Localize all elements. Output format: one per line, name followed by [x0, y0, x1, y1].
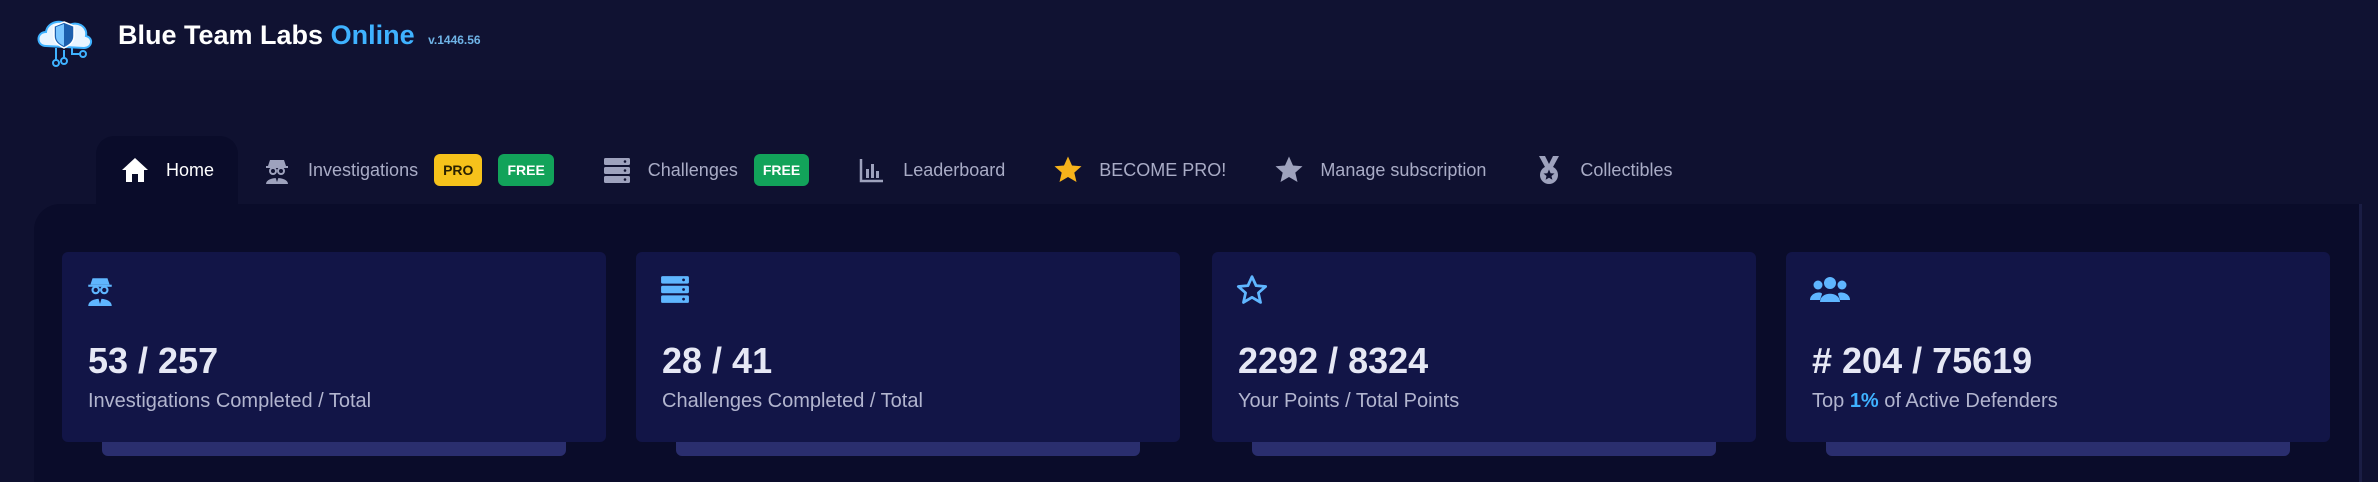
star-icon	[1053, 155, 1083, 185]
nav-challenges-label: Challenges	[647, 159, 738, 180]
investigations-label: Investigations Completed / Total	[88, 390, 372, 412]
challenges-label: Challenges Completed / Total	[662, 390, 923, 412]
challenges-count: 28 / 41	[662, 340, 773, 381]
card-footer	[102, 442, 566, 456]
free-badge: FREE	[498, 154, 554, 186]
spy-icon	[262, 155, 292, 185]
rank-label: Top 1% of Active Defenders	[1812, 390, 2058, 413]
brand-name: Blue Team Labs	[118, 20, 324, 50]
rank-label-prefix: Top	[1812, 390, 1845, 412]
points-count: 2292 / 8324	[1238, 340, 1429, 381]
spy-icon	[86, 274, 118, 306]
points-stat-card[interactable]: 2292 / 8324 Your Points / Total Points	[1212, 252, 1756, 442]
nav-collectibles-label: Collectibles	[1580, 159, 1673, 180]
nav-manage-subscription[interactable]: Manage subscription	[1250, 136, 1510, 204]
scrollbar-track[interactable]	[2359, 204, 2362, 482]
nav-become-pro-label: BECOME PRO!	[1099, 159, 1227, 180]
challenges-stat-card[interactable]: 28 / 41 Challenges Completed / Total	[636, 252, 1180, 442]
pro-badge: PRO	[434, 154, 483, 186]
nav-become-pro[interactable]: BECOME PRO!	[1029, 136, 1250, 204]
nav-collectibles[interactable]: Collectibles	[1510, 136, 1696, 204]
card-footer	[676, 442, 1140, 456]
nav-investigations-label: Investigations	[308, 159, 419, 180]
chart-bar-icon	[857, 155, 887, 185]
nav-home-label: Home	[166, 159, 215, 180]
server-icon	[602, 155, 632, 185]
card-footer	[1252, 442, 1716, 456]
star-outline-icon	[1236, 274, 1268, 306]
nav-manage-subscription-label: Manage subscription	[1320, 159, 1487, 180]
points-label: Your Points / Total Points	[1238, 390, 1460, 412]
dashboard-panel: 53 / 257 Investigations Completed / Tota…	[34, 204, 2362, 482]
brand-title[interactable]: Blue Team Labs Online v.1446.56	[118, 20, 481, 51]
nav-leaderboard[interactable]: Leaderboard	[833, 136, 1029, 204]
nav-challenges[interactable]: Challenges FREE	[578, 136, 833, 204]
nav-leaderboard-label: Leaderboard	[903, 159, 1006, 180]
top-bar: Blue Team Labs Online v.1446.56	[0, 0, 2378, 80]
investigations-count: 53 / 257	[88, 340, 219, 381]
card-footer	[1826, 442, 2290, 456]
rank-percentile: 1%	[1849, 390, 1879, 412]
brand-accent: Online	[330, 20, 415, 50]
home-icon	[120, 155, 150, 185]
version-label: v.1446.56	[428, 33, 481, 47]
nav-investigations[interactable]: Investigations PRO FREE	[238, 136, 578, 204]
investigations-stat-card[interactable]: 53 / 257 Investigations Completed / Tota…	[62, 252, 606, 442]
server-icon	[660, 274, 692, 306]
rank-stat-card[interactable]: # 204 / 75619 Top 1% of Active Defenders	[1786, 252, 2330, 442]
nav-home[interactable]: Home	[96, 136, 239, 204]
logo-icon[interactable]	[32, 10, 96, 70]
rank-label-suffix: of Active Defenders	[1884, 390, 2058, 412]
users-icon	[1810, 274, 1850, 306]
medal-icon	[1534, 155, 1564, 185]
rank-value: # 204 / 75619	[1812, 340, 2033, 381]
main-nav: Home Investigations PRO FREE Challenges …	[96, 136, 1696, 204]
free-badge: FREE	[753, 154, 810, 186]
star-icon	[1274, 155, 1304, 185]
